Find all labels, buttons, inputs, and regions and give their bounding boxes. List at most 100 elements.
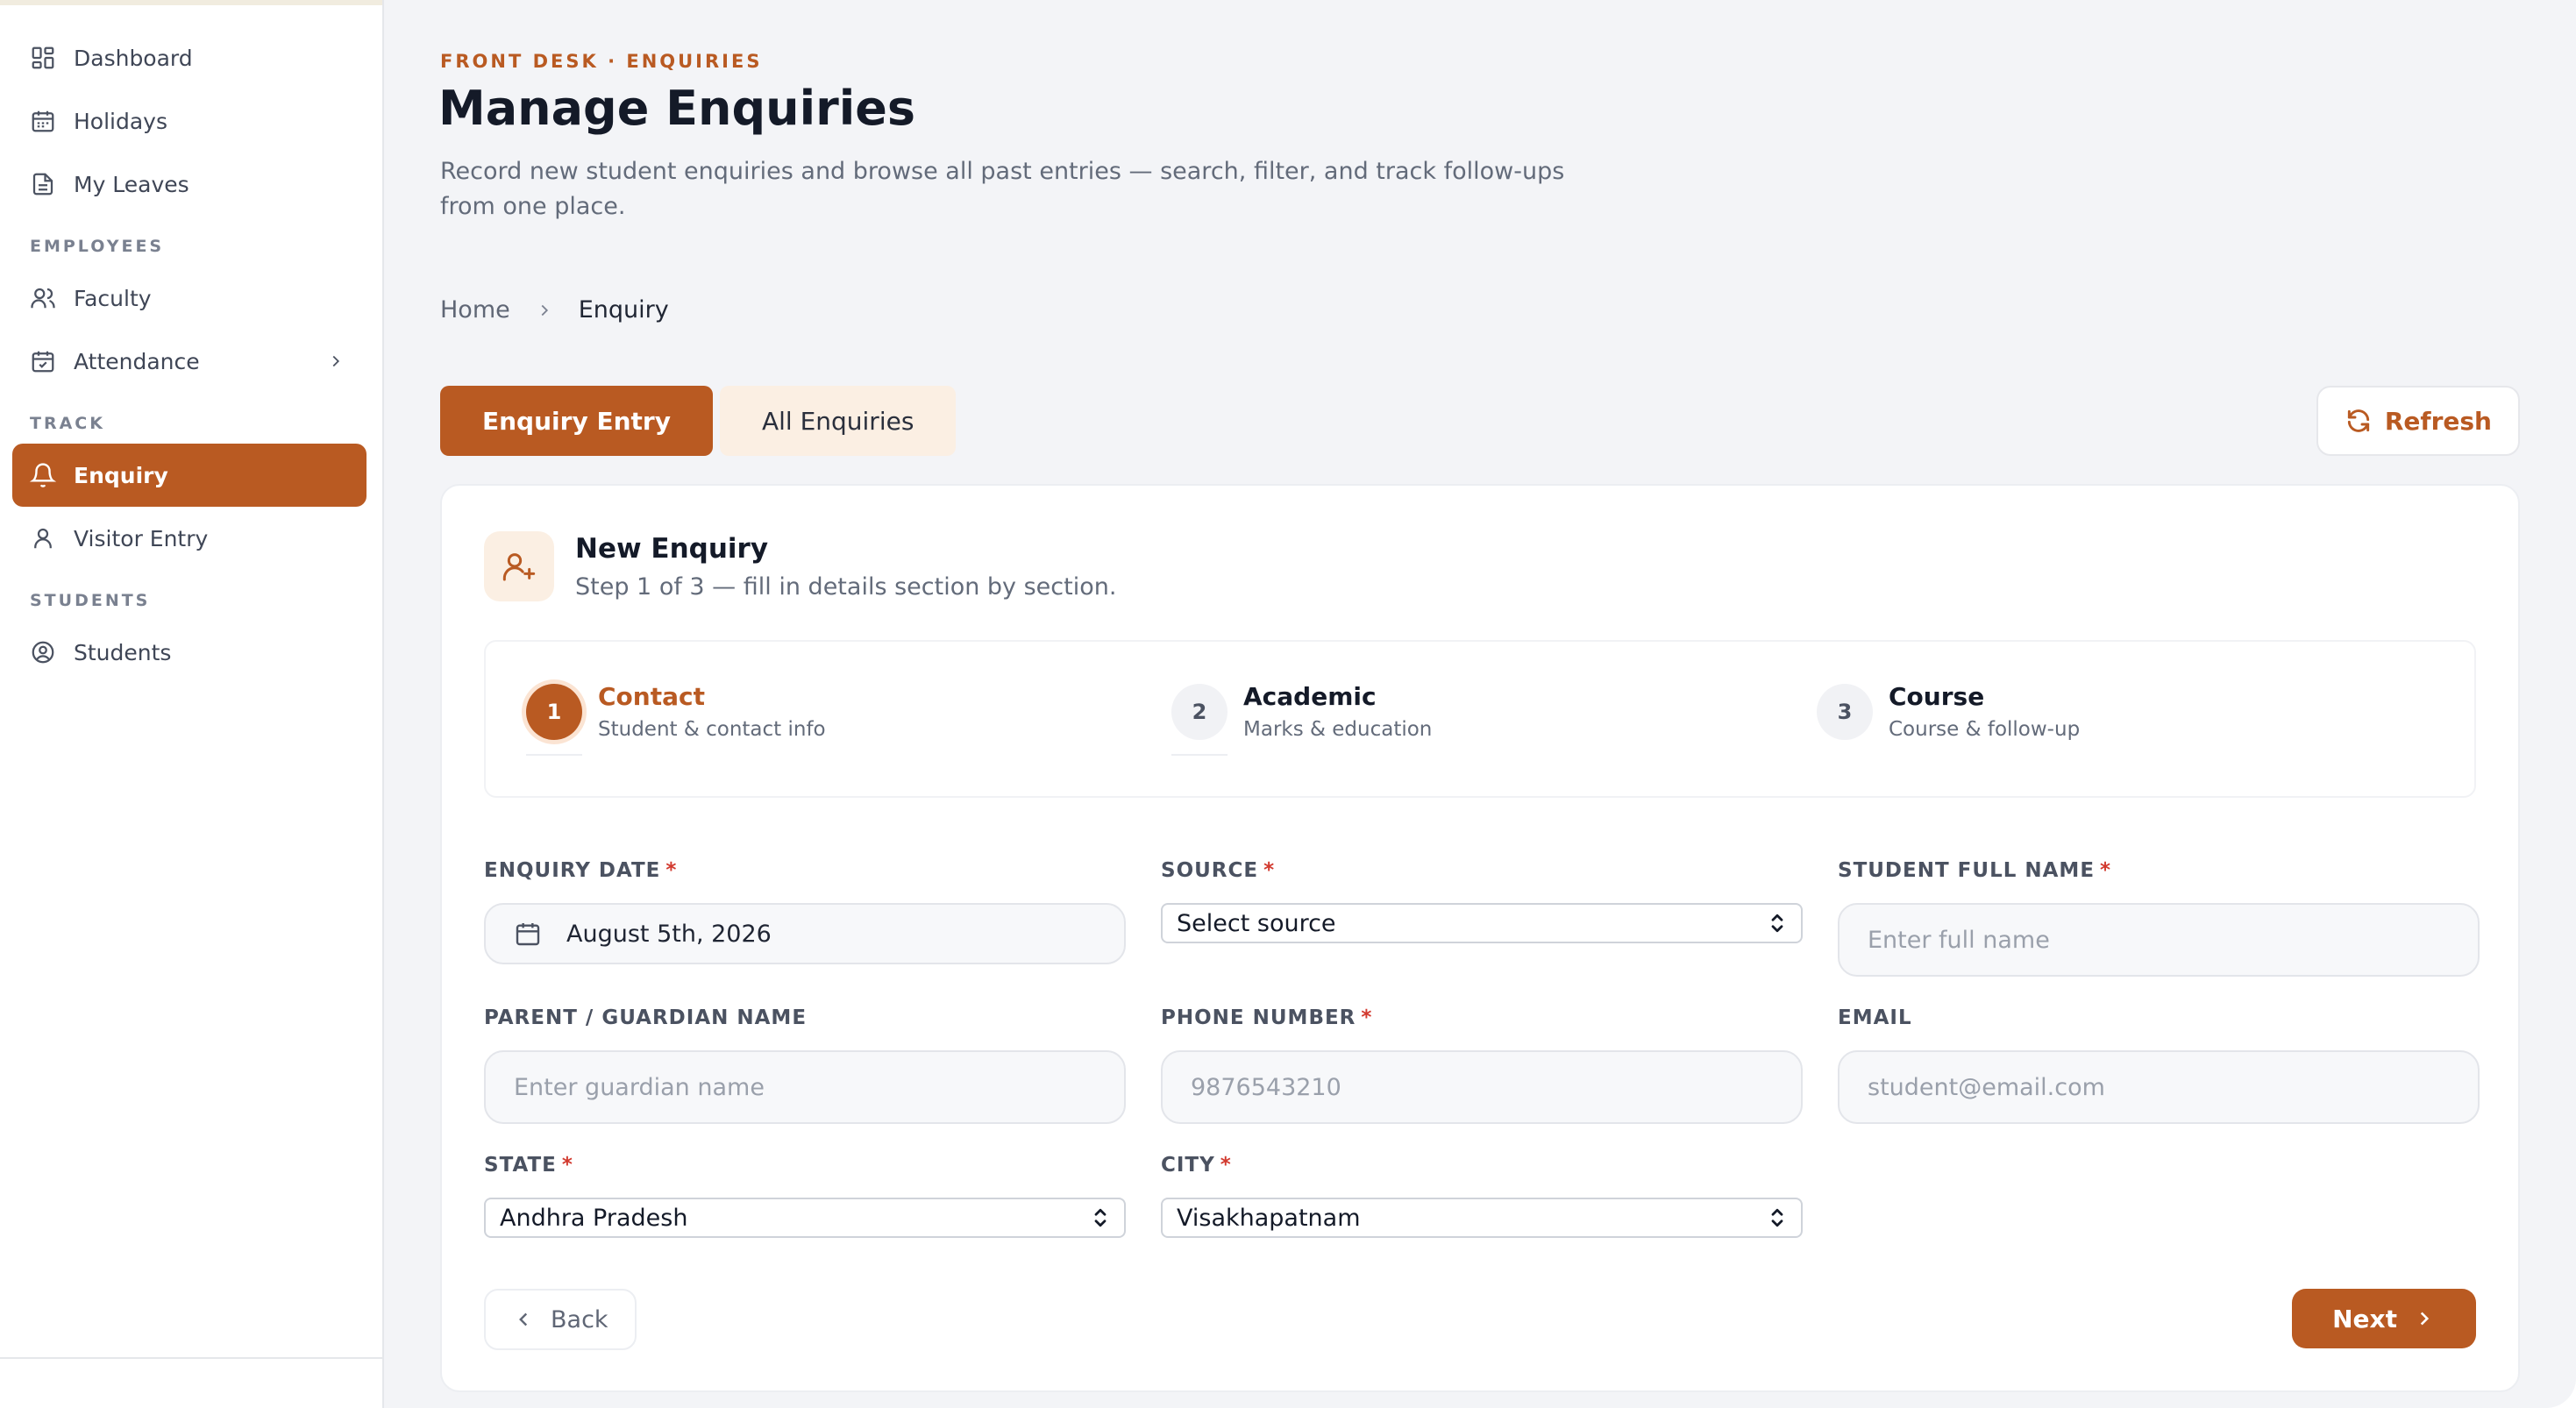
step-text: Contact Student & contact info — [598, 682, 826, 741]
step-subtitle: Student & contact info — [598, 718, 826, 741]
field-label-text: PHONE NUMBER — [1161, 1006, 1356, 1029]
select-arrows-icon — [1091, 1205, 1110, 1231]
sidebar-item-attendance[interactable]: Attendance — [12, 330, 366, 393]
city-select-value: Visakhapatnam — [1177, 1204, 1361, 1232]
card-title: New Enquiry — [575, 532, 769, 565]
next-label: Next — [2332, 1304, 2397, 1333]
tab-enquiry-entry[interactable]: Enquiry Entry — [440, 386, 713, 456]
dashboard-icon — [30, 45, 56, 71]
required-mark: * — [665, 859, 678, 882]
card-header-text: New Enquiry Step 1 of 3 — fill in detail… — [575, 533, 1116, 601]
refresh-label: Refresh — [2384, 406, 2492, 436]
tab-all-enquiries[interactable]: All Enquiries — [719, 386, 957, 456]
card-subtitle: Step 1 of 3 — fill in details section by… — [575, 572, 1117, 601]
field-label: CITY * — [1161, 1154, 1803, 1180]
step-contact[interactable]: 1 Contact Student & contact info — [526, 682, 826, 756]
field-label-text: STUDENT FULL NAME — [1838, 859, 2096, 882]
user-icon — [30, 525, 56, 551]
step-underline — [526, 754, 582, 756]
sidebar-nav: Dashboard Holidays My Leaves EMPLOYEES F… — [12, 26, 366, 684]
step-number: 1 — [526, 683, 582, 740]
student-name-field: STUDENT FULL NAME * Enter full name — [1838, 859, 2480, 977]
sidebar-item-enquiry[interactable]: Enquiry — [12, 444, 366, 507]
page-eyebrow: FRONT DESK · ENQUIRIES — [440, 51, 763, 72]
new-enquiry-card: New Enquiry Step 1 of 3 — fill in detail… — [440, 484, 2520, 1392]
sidebar-section-title: EMPLOYEES — [30, 237, 165, 256]
next-button[interactable]: Next — [2292, 1289, 2476, 1348]
required-mark: * — [561, 1154, 573, 1177]
sidebar-item-faculty[interactable]: Faculty — [12, 267, 366, 330]
sidebar-item-dashboard[interactable]: Dashboard — [12, 26, 366, 89]
sidebar-footer-divider — [0, 1357, 382, 1359]
step-title: Course — [1889, 682, 1985, 711]
student-name-input[interactable]: Enter full name — [1838, 903, 2480, 977]
step-academic[interactable]: 2 Academic Marks & education — [1171, 682, 1433, 756]
sidebar-section-title: TRACK — [30, 414, 105, 433]
state-select[interactable]: Andhra Pradesh — [484, 1198, 1126, 1238]
sidebar-item-label: Faculty — [74, 285, 152, 311]
calendar-icon — [30, 108, 56, 134]
enquiry-date-picker[interactable]: August 5th, 2026 — [484, 903, 1126, 964]
sidebar-item-label: Enquiry — [74, 462, 168, 488]
city-field: CITY * Visakhapatnam — [1161, 1154, 1803, 1238]
required-mark: * — [1220, 1154, 1232, 1177]
sidebar-item-visitor-entry[interactable]: Visitor Entry — [12, 507, 366, 570]
calendar-check-icon — [30, 348, 56, 374]
source-select[interactable]: Select source — [1161, 903, 1803, 943]
step-number: 2 — [1171, 683, 1228, 740]
document-icon — [30, 171, 56, 197]
phone-number-input[interactable]: 9876543210 — [1161, 1050, 1803, 1124]
chevron-left-icon — [512, 1308, 535, 1331]
enquiry-date-field: ENQUIRY DATE * August 5th, 2026 — [484, 859, 1126, 964]
field-label: ENQUIRY DATE * — [484, 859, 1126, 885]
field-label: PARENT / GUARDIAN NAME — [484, 1006, 808, 1029]
field-label: EMAIL — [1838, 1006, 1912, 1029]
sidebar-item-label: Visitor Entry — [74, 525, 209, 551]
page-subtitle: Record new student enquiries and browse … — [440, 158, 1565, 220]
user-circle-icon — [30, 639, 56, 665]
sidebar-item-label: My Leaves — [74, 171, 189, 197]
email-input[interactable]: student@email.com — [1838, 1050, 2480, 1124]
user-plus-icon — [484, 531, 554, 601]
field-label-text: ENQUIRY DATE — [484, 859, 661, 882]
page-title: Manage Enquiries — [438, 81, 915, 136]
breadcrumb-home-link[interactable]: Home — [440, 296, 510, 324]
guardian-name-input[interactable]: Enter guardian name — [484, 1050, 1126, 1124]
field-label: STUDENT FULL NAME * — [1838, 859, 2480, 885]
sidebar-item-my-leaves[interactable]: My Leaves — [12, 153, 366, 216]
field-label-text: SOURCE — [1161, 859, 1259, 882]
breadcrumb: Home Enquiry — [440, 296, 669, 324]
form-stepper: 1 Contact Student & contact info 2 Acade… — [484, 640, 2476, 798]
sidebar-item-label: Dashboard — [74, 45, 193, 71]
step-subtitle: Marks & education — [1243, 718, 1433, 741]
calendar-icon — [514, 920, 542, 948]
step-subtitle: Course & follow-up — [1889, 718, 2081, 741]
view-tabs: Enquiry Entry All Enquiries — [440, 386, 957, 456]
main-content: FRONT DESK · ENQUIRIES Manage Enquiries … — [384, 0, 2576, 1408]
step-title: Contact — [598, 682, 705, 711]
step-course[interactable]: 3 Course Course & follow-up — [1817, 682, 2080, 741]
chevron-right-icon — [535, 301, 554, 320]
required-mark: * — [1361, 1006, 1373, 1029]
source-select-value: Select source — [1177, 909, 1336, 937]
required-mark: * — [1263, 859, 1276, 882]
sidebar: Dashboard Holidays My Leaves EMPLOYEES F… — [0, 0, 384, 1408]
sidebar-item-holidays[interactable]: Holidays — [12, 89, 366, 153]
sidebar-item-label: Students — [74, 639, 172, 665]
back-label: Back — [551, 1305, 608, 1333]
breadcrumb-current: Enquiry — [578, 296, 669, 324]
field-label-text: STATE — [484, 1154, 557, 1177]
sidebar-item-students[interactable]: Students — [12, 621, 366, 684]
refresh-icon — [2345, 407, 2373, 435]
sidebar-item-label: Holidays — [74, 108, 167, 134]
select-arrows-icon — [1768, 1205, 1787, 1231]
refresh-button[interactable]: Refresh — [2316, 386, 2520, 456]
back-button[interactable]: Back — [484, 1289, 637, 1350]
chevron-right-icon[interactable] — [326, 352, 345, 371]
email-field: EMAIL student@email.com — [1838, 1006, 2480, 1124]
users-icon — [30, 285, 56, 311]
sidebar-top-border — [0, 0, 382, 5]
select-arrows-icon — [1768, 910, 1787, 936]
city-select[interactable]: Visakhapatnam — [1161, 1198, 1803, 1238]
source-field: SOURCE * Select source — [1161, 859, 1803, 943]
